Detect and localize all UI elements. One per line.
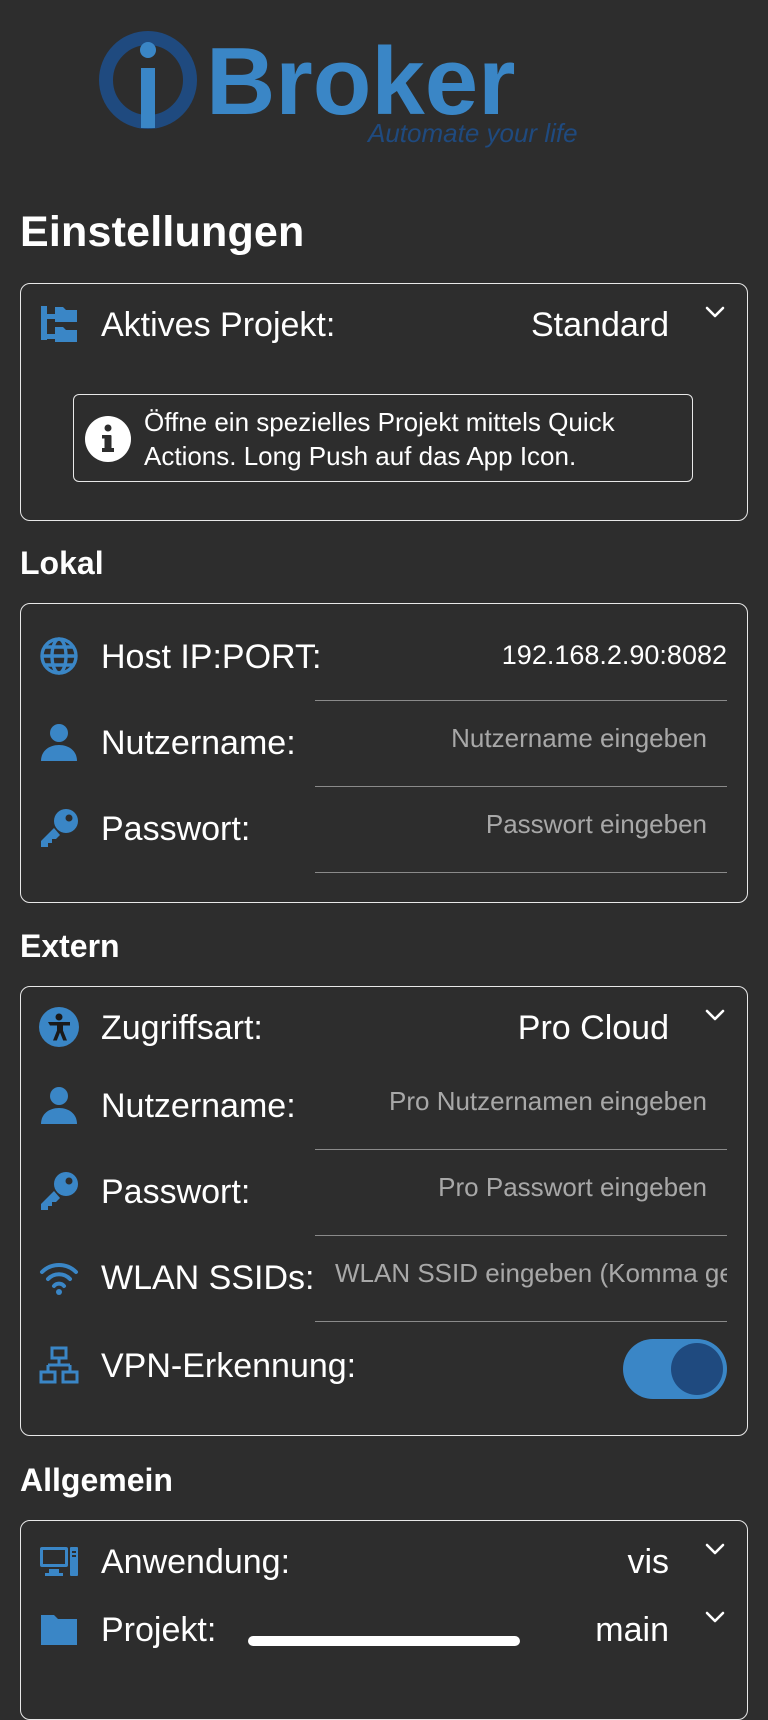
lokal-user-input[interactable] xyxy=(315,718,707,758)
accessibility-icon xyxy=(39,1007,79,1047)
section-title-allgemein: Allgemein xyxy=(20,1462,173,1498)
wifi-icon xyxy=(39,1257,79,1297)
chevron-down-icon[interactable] xyxy=(703,1605,727,1629)
lokal-password-row: Passwort: xyxy=(21,792,747,873)
lokal-user-row: Nutzername: xyxy=(21,706,747,787)
app-row[interactable]: Anwendung: vis xyxy=(21,1525,747,1597)
general-project-row[interactable]: Projekt: main xyxy=(21,1593,747,1665)
active-project-value: Standard xyxy=(531,306,669,344)
iobroker-logo: Broker Automate your life xyxy=(96,28,676,158)
access-value: Pro Cloud xyxy=(517,1009,669,1047)
user-icon xyxy=(39,1085,79,1125)
app-label: Anwendung: xyxy=(101,1543,291,1581)
user-icon xyxy=(39,722,79,762)
section-title-extern: Extern xyxy=(20,928,120,964)
key-icon xyxy=(39,1171,79,1211)
active-project-row[interactable]: Aktives Projekt: Standard xyxy=(21,288,747,360)
lokal-card: Host IP:PORT: 192.168.2.90:8082 Nutzerna… xyxy=(20,603,748,903)
vpn-toggle[interactable] xyxy=(623,1339,727,1399)
quick-actions-info: Öffne ein spezielles Projekt mittels Qui… xyxy=(73,394,693,482)
logo-graphic: Broker Automate your life xyxy=(99,28,578,148)
info-icon xyxy=(84,415,132,463)
extern-user-input[interactable] xyxy=(315,1081,707,1121)
home-indicator xyxy=(248,1636,520,1646)
access-label: Zugriffsart: xyxy=(101,1009,263,1047)
extern-password-row: Passwort: xyxy=(21,1155,747,1236)
lokal-password-input[interactable] xyxy=(315,804,707,844)
ssid-label: WLAN SSIDs: xyxy=(101,1259,315,1297)
active-project-label: Aktives Projekt: xyxy=(101,306,336,344)
allgemein-card: Anwendung: vis Projekt: main xyxy=(20,1520,748,1720)
section-title-lokal: Lokal xyxy=(20,545,104,581)
extern-user-label: Nutzername: xyxy=(101,1087,296,1125)
lokal-password-field[interactable] xyxy=(315,800,727,873)
chevron-down-icon[interactable] xyxy=(703,1003,727,1027)
general-project-label: Projekt: xyxy=(101,1611,217,1649)
general-project-value: main xyxy=(595,1611,669,1649)
active-project-card: Aktives Projekt: Standard Öffne ein spez… xyxy=(20,283,748,521)
logo-tagline: Automate your life xyxy=(366,118,578,148)
ssid-input[interactable] xyxy=(335,1253,727,1293)
lokal-password-label: Passwort: xyxy=(101,810,251,848)
access-row[interactable]: Zugriffsart: Pro Cloud xyxy=(21,991,747,1063)
vpn-toggle-knob xyxy=(671,1343,723,1395)
app-value: vis xyxy=(627,1543,669,1581)
globe-icon xyxy=(39,636,79,676)
extern-user-field[interactable] xyxy=(315,1077,727,1150)
folder-tree-icon xyxy=(39,304,79,344)
network-icon xyxy=(39,1345,79,1385)
extern-password-label: Passwort: xyxy=(101,1173,251,1211)
host-row: Host IP:PORT: 192.168.2.90:8082 xyxy=(21,620,747,692)
host-underline xyxy=(315,700,727,701)
chevron-down-icon[interactable] xyxy=(703,1537,727,1561)
vpn-row: VPN-Erkennung: xyxy=(21,1329,747,1401)
extern-user-row: Nutzername: xyxy=(21,1069,747,1150)
ssid-field[interactable] xyxy=(315,1249,727,1322)
page-title: Einstellungen xyxy=(20,208,305,256)
key-icon xyxy=(39,808,79,848)
info-text: Öffne ein spezielles Projekt mittels Qui… xyxy=(144,407,615,471)
extern-password-field[interactable] xyxy=(315,1163,727,1236)
folder-icon xyxy=(39,1609,79,1649)
host-input[interactable]: 192.168.2.90:8082 xyxy=(502,640,727,671)
extern-password-input[interactable] xyxy=(315,1167,707,1207)
lokal-user-field[interactable] xyxy=(315,714,727,787)
desktop-icon xyxy=(39,1541,79,1581)
vpn-label: VPN-Erkennung: xyxy=(101,1347,357,1385)
ssid-row: WLAN SSIDs: xyxy=(21,1241,747,1322)
host-label: Host IP:PORT: xyxy=(101,638,322,676)
extern-card: Zugriffsart: Pro Cloud Nutzername: Passw… xyxy=(20,986,748,1436)
chevron-down-icon[interactable] xyxy=(703,300,727,324)
lokal-user-label: Nutzername: xyxy=(101,724,296,762)
